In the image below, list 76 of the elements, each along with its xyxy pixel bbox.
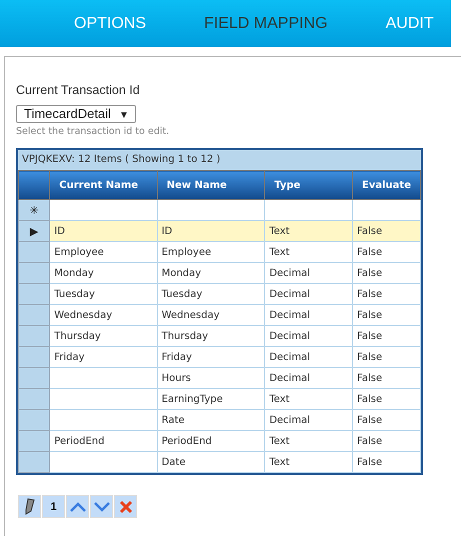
table-cell: Employee xyxy=(157,242,265,262)
row-selector[interactable] xyxy=(18,284,50,304)
row-selector[interactable]: ▶ xyxy=(18,220,50,242)
table-cell: Decimal xyxy=(264,346,353,368)
table-cell: Hours xyxy=(157,368,265,388)
table-cell: False xyxy=(352,220,420,242)
table-cell: Wednesday xyxy=(157,304,265,326)
row-selector[interactable] xyxy=(18,326,50,346)
table-cell: Text xyxy=(264,430,353,452)
row-selector[interactable] xyxy=(18,388,50,410)
table-cell: ID xyxy=(157,220,265,242)
table-cell: Decimal xyxy=(264,368,353,388)
table-cell: EarningType xyxy=(157,388,265,410)
column-header[interactable]: Evaluate xyxy=(352,170,420,200)
column-header[interactable]: New Name xyxy=(157,170,265,200)
table-cell: ID xyxy=(50,220,158,242)
edit-button[interactable] xyxy=(18,495,41,518)
table-cell: Decimal xyxy=(264,410,353,430)
row-selector[interactable] xyxy=(18,262,50,284)
page-button[interactable]: 1 xyxy=(42,495,65,518)
table-cell: False xyxy=(352,388,420,410)
table-cell: False xyxy=(352,242,420,262)
row-selector[interactable] xyxy=(18,242,50,262)
row-selector[interactable] xyxy=(18,430,50,452)
table-cell: False xyxy=(352,452,420,472)
table-cell: Date xyxy=(157,452,265,472)
chevron-down-icon xyxy=(94,502,110,512)
table-cell: Thursday xyxy=(157,326,265,346)
table-cell: False xyxy=(352,410,420,430)
row-selector[interactable] xyxy=(18,410,50,430)
help-text: Select the transaction id to edit. xyxy=(16,126,170,137)
table-cell: Text xyxy=(264,388,353,410)
row-selector[interactable] xyxy=(18,304,50,326)
table-cell: Rate xyxy=(157,410,265,430)
tab[interactable]: FIELD MAPPING xyxy=(190,14,342,32)
table-cell: Decimal xyxy=(264,304,353,326)
table-cell: Text xyxy=(264,220,353,242)
table-cell: Tuesday xyxy=(157,284,265,304)
header-cell xyxy=(18,170,50,200)
table-cell: Employee xyxy=(50,242,158,262)
table-cell: Wednesday xyxy=(50,304,158,326)
table-cell: False xyxy=(352,368,420,388)
table-cell: Friday xyxy=(50,346,158,368)
column-header[interactable]: Current Name xyxy=(50,170,158,200)
row-selector[interactable] xyxy=(18,346,50,368)
table-cell: Tuesday xyxy=(50,284,158,304)
move-down-button[interactable] xyxy=(90,495,113,518)
row-selector[interactable] xyxy=(18,452,50,472)
row-selector[interactable] xyxy=(18,368,50,388)
close-icon xyxy=(118,500,132,514)
transaction-dropdown[interactable]: TimecardDetail ▼ xyxy=(16,105,136,123)
table-cell: Text xyxy=(264,242,353,262)
column-header[interactable]: Type xyxy=(264,170,353,200)
table-cell: Monday xyxy=(50,262,158,284)
table-cell: False xyxy=(352,326,420,346)
pencil-icon xyxy=(24,498,36,516)
table-cell: PeriodEnd xyxy=(157,430,265,452)
table-cell: Decimal xyxy=(264,262,353,284)
table-cell: Thursday xyxy=(50,326,158,346)
table-cell: PeriodEnd xyxy=(50,430,158,452)
table-cell: Text xyxy=(264,452,353,472)
chevron-up-icon xyxy=(70,502,86,512)
table-cell: Friday xyxy=(157,346,265,368)
table-cell: Decimal xyxy=(264,326,353,346)
move-up-button[interactable] xyxy=(66,495,89,518)
table-cell: Decimal xyxy=(264,284,353,304)
table-cell: False xyxy=(352,430,420,452)
delete-button[interactable] xyxy=(114,495,137,518)
row-selector[interactable]: ✳ xyxy=(18,200,50,220)
table-cell: False xyxy=(352,304,420,326)
table-cell: Monday xyxy=(157,262,265,284)
grid-caption: VPJQKEXV: 12 Items ( Showing 1 to 12 ) xyxy=(18,150,421,170)
table-cell: False xyxy=(352,262,420,284)
field-label: Current Transaction Id xyxy=(16,83,141,97)
table-cell: False xyxy=(352,284,420,304)
table-cell: False xyxy=(352,346,420,368)
